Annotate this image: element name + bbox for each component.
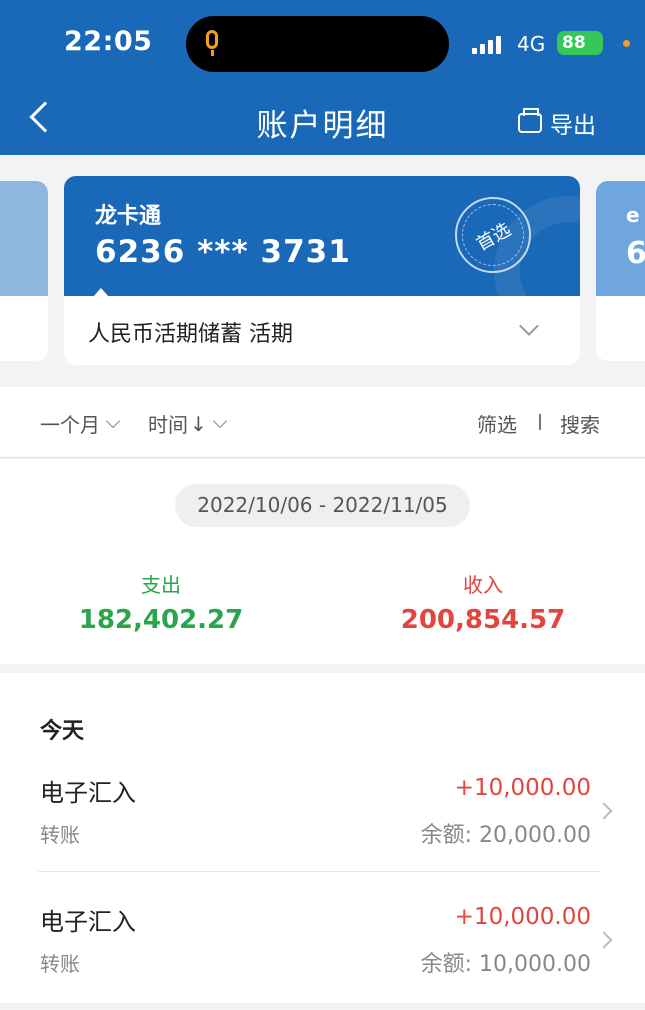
card-carousel[interactable]: 龙卡通 6236 *** 3731 首选 人民币活期储蓄 活期 e 6 xyxy=(0,155,645,387)
transaction-title: 电子汇入 xyxy=(40,908,136,936)
account-card[interactable]: 龙卡通 6236 *** 3731 首选 人民币活期储蓄 活期 xyxy=(64,176,580,365)
next-card[interactable]: e 6 xyxy=(596,181,645,361)
status-time: 22:05 xyxy=(64,26,153,57)
period-label: 一个月 xyxy=(40,413,100,437)
next-card-number: 6 xyxy=(626,236,645,271)
income-label: 收入 xyxy=(463,573,503,597)
next-card-name: e xyxy=(626,203,640,227)
header-bar: 22:05 4G 88 账户明细 导出 xyxy=(0,0,645,155)
card-pointer xyxy=(93,288,109,297)
chevron-down-icon xyxy=(212,413,227,429)
privacy-indicator-icon xyxy=(623,40,630,47)
transaction-balance: 余额: 10,000.00 xyxy=(420,952,591,977)
printer-icon xyxy=(518,108,542,133)
microphone-stem xyxy=(211,50,214,56)
card-face: 龙卡通 6236 *** 3731 首选 xyxy=(64,176,580,296)
export-button[interactable]: 导出 xyxy=(518,106,596,140)
filter-bar: 一个月 时间 ↓ 筛选 搜索 xyxy=(0,387,645,458)
preferred-stamp-icon: 首选 xyxy=(455,197,531,273)
sort-arrow-icon: ↓ xyxy=(190,411,207,436)
transaction-type: 转账 xyxy=(40,952,80,976)
income-value: 200,854.57 xyxy=(400,605,566,635)
signal-icon xyxy=(472,34,506,54)
date-range[interactable]: 2022/10/06 - 2022/11/05 xyxy=(175,484,470,527)
account-type-selector[interactable]: 人民币活期储蓄 活期 xyxy=(88,316,293,348)
transaction-type: 转账 xyxy=(40,823,80,847)
filter-button[interactable]: 筛选 xyxy=(477,409,517,438)
transaction-list: 今天 电子汇入 转账 +10,000.00 余额: 20,000.00 电子汇入… xyxy=(0,673,645,1003)
transaction-balance: 余额: 20,000.00 xyxy=(420,823,591,848)
chevron-down-icon xyxy=(105,413,121,429)
export-label: 导出 xyxy=(550,113,596,139)
expense-label: 支出 xyxy=(141,573,181,597)
battery-level: 88 xyxy=(562,33,586,53)
transaction-title: 电子汇入 xyxy=(40,779,136,807)
battery-icon: 88 xyxy=(557,31,603,55)
list-item[interactable]: 电子汇入 转账 +10,000.00 余额: 20,000.00 xyxy=(0,773,645,901)
chevron-right-icon xyxy=(595,802,613,820)
chevron-down-icon[interactable] xyxy=(519,316,539,336)
divider xyxy=(539,414,541,430)
dynamic-island xyxy=(186,16,449,72)
summary-panel: 2022/10/06 - 2022/11/05 支出 182,402.27 收入… xyxy=(0,459,645,664)
sort-label: 时间 xyxy=(148,413,188,437)
prev-card[interactable] xyxy=(0,181,48,361)
expense-value: 182,402.27 xyxy=(78,605,244,635)
card-name: 龙卡通 xyxy=(95,204,162,229)
card-number: 6236 *** 3731 xyxy=(95,234,351,270)
transaction-amount: +10,000.00 xyxy=(454,775,591,801)
transaction-amount: +10,000.00 xyxy=(454,904,591,930)
list-item[interactable]: 电子汇入 转账 +10,000.00 余额: 10,000.00 xyxy=(0,902,645,1010)
network-type: 4G xyxy=(517,32,546,56)
sort-dropdown[interactable]: 时间 ↓ xyxy=(148,409,227,438)
chevron-right-icon xyxy=(595,931,613,949)
row-divider xyxy=(38,871,600,872)
search-button[interactable]: 搜索 xyxy=(560,409,600,438)
microphone-icon xyxy=(206,30,218,49)
period-dropdown[interactable]: 一个月 xyxy=(40,409,121,438)
day-header: 今天 xyxy=(40,719,85,744)
